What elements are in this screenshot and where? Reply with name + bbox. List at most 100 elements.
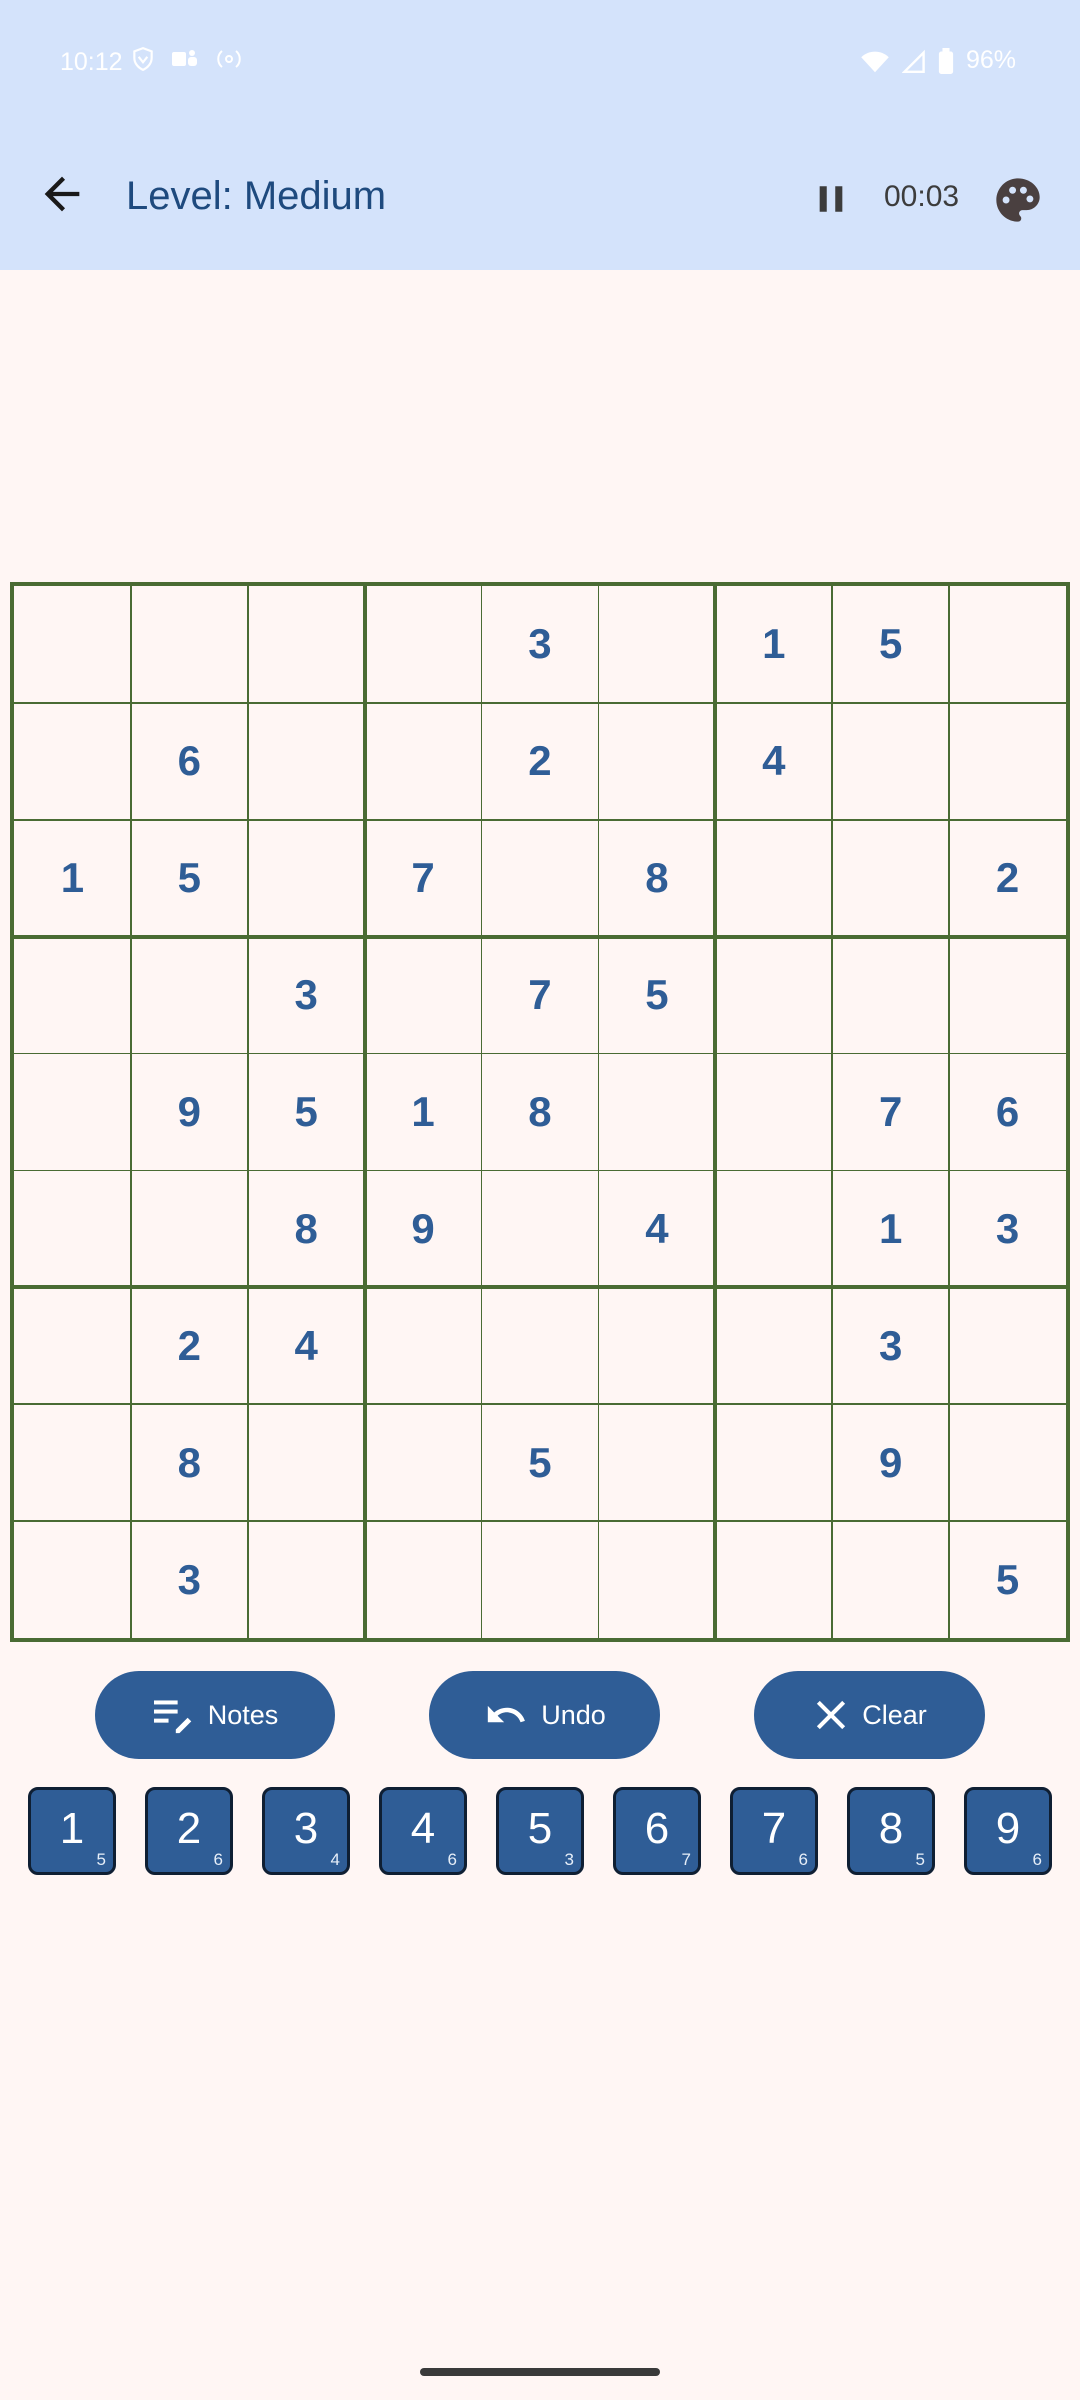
sudoku-cell-r8c7[interactable]	[715, 1404, 832, 1521]
sudoku-cell-r7c7[interactable]	[715, 1287, 832, 1404]
sudoku-cell-r4c6[interactable]: 5	[598, 937, 715, 1054]
home-indicator[interactable]	[420, 2368, 660, 2376]
sudoku-cell-r2c1[interactable]	[14, 703, 131, 820]
sudoku-cell-r9c2[interactable]: 3	[131, 1521, 248, 1638]
sudoku-cell-r3c6[interactable]: 8	[598, 820, 715, 937]
sudoku-cell-r6c3[interactable]: 8	[248, 1170, 365, 1287]
sudoku-cell-r7c3[interactable]: 4	[248, 1287, 365, 1404]
sudoku-cell-r9c6[interactable]	[598, 1521, 715, 1638]
sudoku-cell-r9c7[interactable]	[715, 1521, 832, 1638]
sudoku-cell-r2c6[interactable]	[598, 703, 715, 820]
sudoku-cell-r3c3[interactable]	[248, 820, 365, 937]
sudoku-cell-r5c1[interactable]	[14, 1054, 131, 1171]
numpad-key-3[interactable]: 3 4	[262, 1787, 350, 1875]
sudoku-cell-r2c9[interactable]	[949, 703, 1066, 820]
sudoku-cell-r5c4[interactable]: 1	[365, 1054, 482, 1171]
sudoku-cell-r6c4[interactable]: 9	[365, 1170, 482, 1287]
sudoku-cell-r4c8[interactable]	[832, 937, 949, 1054]
sudoku-cell-r7c4[interactable]	[365, 1287, 482, 1404]
sudoku-cell-r1c1[interactable]	[14, 586, 131, 703]
sudoku-cell-r8c4[interactable]	[365, 1404, 482, 1521]
sudoku-cell-r7c5[interactable]	[482, 1287, 599, 1404]
sudoku-cell-r6c2[interactable]	[131, 1170, 248, 1287]
sudoku-cell-r5c3[interactable]: 5	[248, 1054, 365, 1171]
sudoku-cell-r8c1[interactable]	[14, 1404, 131, 1521]
cell-divider	[14, 1520, 1066, 1522]
numpad-key-4[interactable]: 4 6	[379, 1787, 467, 1875]
sudoku-cell-r6c7[interactable]	[715, 1170, 832, 1287]
sudoku-cell-r2c7[interactable]: 4	[715, 703, 832, 820]
sudoku-cell-r4c4[interactable]	[365, 937, 482, 1054]
sudoku-cell-r7c2[interactable]: 2	[131, 1287, 248, 1404]
sudoku-cell-r9c8[interactable]	[832, 1521, 949, 1638]
sudoku-cell-r2c4[interactable]	[365, 703, 482, 820]
sudoku-cell-r3c9[interactable]: 2	[949, 820, 1066, 937]
undo-button[interactable]: Undo	[429, 1671, 660, 1759]
sudoku-cell-r1c6[interactable]	[598, 586, 715, 703]
sudoku-cell-r3c7[interactable]	[715, 820, 832, 937]
box-divider	[362, 586, 367, 1638]
numpad-key-1[interactable]: 1 5	[28, 1787, 116, 1875]
sudoku-cell-r5c6[interactable]	[598, 1054, 715, 1171]
sudoku-cell-r4c9[interactable]	[949, 937, 1066, 1054]
sudoku-cell-r1c2[interactable]	[131, 586, 248, 703]
sudoku-cell-r1c4[interactable]	[365, 586, 482, 703]
sudoku-cell-r7c1[interactable]	[14, 1287, 131, 1404]
sudoku-cell-r1c3[interactable]	[248, 586, 365, 703]
sudoku-cell-r9c3[interactable]	[248, 1521, 365, 1638]
sudoku-cell-r6c9[interactable]: 3	[949, 1170, 1066, 1287]
sudoku-cell-r5c2[interactable]: 9	[131, 1054, 248, 1171]
sudoku-cell-r2c3[interactable]	[248, 703, 365, 820]
sudoku-cell-r8c9[interactable]	[949, 1404, 1066, 1521]
sudoku-cell-r8c5[interactable]: 5	[482, 1404, 599, 1521]
sudoku-cell-r6c1[interactable]	[14, 1170, 131, 1287]
sudoku-cell-r4c1[interactable]	[14, 937, 131, 1054]
sudoku-cell-r1c7[interactable]: 1	[715, 586, 832, 703]
sudoku-cell-r8c2[interactable]: 8	[131, 1404, 248, 1521]
sudoku-cell-r7c9[interactable]	[949, 1287, 1066, 1404]
sudoku-cell-r5c9[interactable]: 6	[949, 1054, 1066, 1171]
sudoku-cell-r4c7[interactable]	[715, 937, 832, 1054]
back-arrow-icon[interactable]	[36, 168, 88, 220]
sudoku-cell-r5c8[interactable]: 7	[832, 1054, 949, 1171]
numpad-key-2[interactable]: 2 6	[145, 1787, 233, 1875]
sudoku-cell-r8c6[interactable]	[598, 1404, 715, 1521]
sudoku-cell-r7c6[interactable]	[598, 1287, 715, 1404]
numpad-key-7[interactable]: 7 6	[730, 1787, 818, 1875]
sudoku-cell-r4c5[interactable]: 7	[482, 937, 599, 1054]
sudoku-cell-r4c2[interactable]	[131, 937, 248, 1054]
sudoku-cell-r5c7[interactable]	[715, 1054, 832, 1171]
clear-button[interactable]: Clear	[754, 1671, 985, 1759]
numpad-key-5[interactable]: 5 3	[496, 1787, 584, 1875]
sudoku-cell-r7c8[interactable]: 3	[832, 1287, 949, 1404]
sudoku-cell-r6c8[interactable]: 1	[832, 1170, 949, 1287]
numpad-key-9[interactable]: 9 6	[964, 1787, 1052, 1875]
palette-icon[interactable]	[992, 174, 1044, 226]
sudoku-cell-r3c2[interactable]: 5	[131, 820, 248, 937]
sudoku-cell-r4c3[interactable]: 3	[248, 937, 365, 1054]
sudoku-cell-r3c1[interactable]: 1	[14, 820, 131, 937]
numpad-key-6[interactable]: 6 7	[613, 1787, 701, 1875]
sudoku-cell-r3c5[interactable]	[482, 820, 599, 937]
sudoku-cell-r5c5[interactable]: 8	[482, 1054, 599, 1171]
sudoku-cell-r1c9[interactable]	[949, 586, 1066, 703]
sudoku-cell-r9c9[interactable]: 5	[949, 1521, 1066, 1638]
sudoku-cell-r8c8[interactable]: 9	[832, 1404, 949, 1521]
sudoku-cell-r6c5[interactable]	[482, 1170, 599, 1287]
numpad-key-8[interactable]: 8 5	[847, 1787, 935, 1875]
cell-divider	[948, 586, 950, 1638]
sudoku-cell-r9c5[interactable]	[482, 1521, 599, 1638]
sudoku-cell-r2c2[interactable]: 6	[131, 703, 248, 820]
sudoku-cell-r2c8[interactable]	[832, 703, 949, 820]
sudoku-cell-r1c5[interactable]: 3	[482, 586, 599, 703]
sudoku-cell-r2c5[interactable]: 2	[482, 703, 599, 820]
sudoku-cell-r9c4[interactable]	[365, 1521, 482, 1638]
sudoku-cell-r9c1[interactable]	[14, 1521, 131, 1638]
pause-icon[interactable]	[814, 182, 848, 216]
notes-button[interactable]: Notes	[95, 1671, 335, 1759]
sudoku-cell-r6c6[interactable]: 4	[598, 1170, 715, 1287]
sudoku-cell-r8c3[interactable]	[248, 1404, 365, 1521]
sudoku-cell-r3c8[interactable]	[832, 820, 949, 937]
sudoku-cell-r3c4[interactable]: 7	[365, 820, 482, 937]
sudoku-cell-r1c8[interactable]: 5	[832, 586, 949, 703]
